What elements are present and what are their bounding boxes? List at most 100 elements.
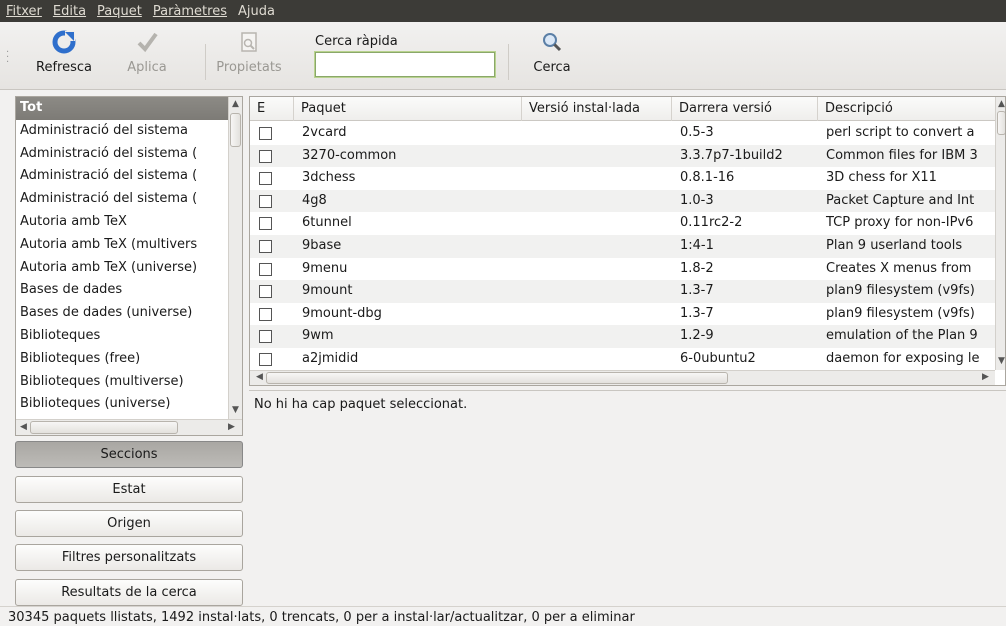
table-row[interactable]: a2jmidid 6-0ubuntu2 daemon for exposing le bbox=[250, 348, 995, 370]
menu-settings[interactable]: Paràmetres bbox=[153, 4, 234, 19]
cell-installed-version bbox=[526, 348, 672, 370]
package-table: E Paquet Versió instal·lada Darrera vers… bbox=[249, 96, 1006, 386]
cell-package-name: 3dchess bbox=[302, 170, 356, 186]
reload-button[interactable]: Refresca bbox=[26, 30, 102, 75]
apply-button[interactable]: Aplica bbox=[112, 30, 182, 75]
table-row[interactable]: 6tunnel 0.11rc2-2 TCP proxy for non-IPv6 bbox=[250, 212, 995, 235]
scroll-up-icon[interactable]: ▲ bbox=[232, 99, 239, 109]
cell-installed-version bbox=[526, 303, 672, 326]
reload-icon bbox=[52, 30, 76, 54]
table-row[interactable]: 9mount 1.3-7 plan9 filesystem (v9fs) bbox=[250, 280, 995, 303]
cell-latest-version: 0.5-3 bbox=[680, 125, 714, 140]
toolbar: · · · Refresca Aplica Propietats Cerca ràp… bbox=[0, 22, 1006, 90]
cell-latest-version: 0.8.1-16 bbox=[680, 170, 735, 186]
package-checkbox[interactable] bbox=[259, 352, 272, 366]
column-package[interactable]: Paquet bbox=[294, 97, 522, 121]
toolbar-separator bbox=[508, 44, 509, 80]
scrollbar-thumb[interactable] bbox=[30, 421, 178, 434]
table-row[interactable]: 4g8 1.0-3 Packet Capture and Int bbox=[250, 189, 995, 213]
scroll-right-icon[interactable]: ▶ bbox=[228, 422, 235, 432]
section-item[interactable]: Administració del sistema ( bbox=[16, 165, 228, 188]
section-item[interactable]: Administració del sistema bbox=[16, 120, 228, 143]
sections-filter-button[interactable]: Seccions bbox=[15, 441, 243, 468]
section-item[interactable]: Biblioteques (free) bbox=[16, 348, 228, 371]
scroll-down-icon[interactable]: ▼ bbox=[998, 356, 1005, 366]
section-item[interactable]: Autoria amb TeX bbox=[16, 211, 228, 234]
table-row[interactable]: 3dchess 0.8.1-16 3D chess for X11 bbox=[250, 167, 995, 190]
scroll-up-icon[interactable]: ▲ bbox=[998, 99, 1005, 109]
section-item-all[interactable]: Tot bbox=[16, 97, 228, 120]
package-checkbox[interactable] bbox=[259, 285, 272, 299]
menu-file[interactable]: Fitxer bbox=[6, 4, 49, 19]
section-item[interactable]: Biblioteques (multiverse) bbox=[16, 371, 228, 394]
sections-horizontal-scrollbar[interactable]: ◀ ▶ bbox=[16, 419, 242, 435]
package-checkbox[interactable] bbox=[259, 127, 272, 140]
properties-label: Propietats bbox=[216, 60, 282, 75]
scrollbar-thumb[interactable] bbox=[997, 111, 1005, 135]
package-checkbox[interactable] bbox=[259, 149, 272, 163]
menu-bar: Fitxer Edita Paquet Paràmetres Ajuda bbox=[0, 0, 1006, 22]
properties-icon bbox=[241, 32, 257, 52]
scroll-right-icon[interactable]: ▶ bbox=[982, 372, 989, 382]
column-latest-version[interactable]: Darrera versió bbox=[672, 97, 818, 121]
scroll-left-icon[interactable]: ◀ bbox=[20, 422, 27, 432]
package-checkbox[interactable] bbox=[259, 239, 272, 253]
search-results-button[interactable]: Resultats de la cerca bbox=[15, 579, 243, 606]
cell-description: 3D chess for X11 bbox=[826, 170, 937, 186]
section-item[interactable]: Bases de dades (universe) bbox=[16, 302, 228, 325]
custom-filters-button[interactable]: Filtres personalitzats bbox=[15, 544, 243, 571]
cell-latest-version: 1.3-7 bbox=[680, 305, 714, 321]
section-item[interactable]: Autoria amb TeX (universe) bbox=[16, 257, 228, 280]
search-button[interactable]: Cerca bbox=[520, 30, 584, 75]
package-checkbox[interactable] bbox=[259, 217, 272, 231]
table-row[interactable]: 2vcard 0.5-3 perl script to convert a bbox=[250, 122, 995, 145]
properties-button[interactable]: Propietats bbox=[204, 30, 294, 75]
section-item[interactable]: Administració del sistema ( bbox=[16, 143, 228, 166]
menu-package[interactable]: Paquet bbox=[97, 4, 149, 19]
package-checkbox[interactable] bbox=[259, 330, 272, 344]
cell-package-name: 9menu bbox=[302, 260, 348, 276]
package-checkbox[interactable] bbox=[259, 172, 272, 186]
cell-latest-version: 6-0ubuntu2 bbox=[680, 350, 756, 366]
scroll-left-icon[interactable]: ◀ bbox=[256, 372, 263, 382]
quick-search-input[interactable] bbox=[315, 52, 495, 77]
column-installed-version[interactable]: Versió instal·lada bbox=[522, 97, 672, 121]
table-row[interactable]: 9mount-dbg 1.3-7 plan9 filesystem (v9fs) bbox=[250, 303, 995, 326]
table-row[interactable]: 9wm 1.2-9 emulation of the Plan 9 bbox=[250, 325, 995, 348]
table-header: E Paquet Versió instal·lada Darrera vers… bbox=[250, 97, 1005, 121]
package-checkbox[interactable] bbox=[259, 307, 272, 321]
package-checkbox[interactable] bbox=[259, 262, 272, 276]
cell-latest-version: 1.2-9 bbox=[680, 328, 714, 344]
column-description[interactable]: Descripció bbox=[818, 97, 1005, 121]
packages-vertical-scrollbar[interactable]: ▲ ▼ bbox=[995, 97, 1005, 370]
cell-description: Plan 9 userland tools bbox=[826, 237, 963, 253]
status-filter-button[interactable]: Estat bbox=[15, 476, 243, 503]
scrollbar-thumb[interactable] bbox=[266, 372, 728, 384]
cell-description: emulation of the Plan 9 bbox=[826, 328, 978, 344]
column-status[interactable]: E bbox=[250, 97, 294, 121]
sections-vertical-scrollbar[interactable]: ▲ ▼ bbox=[228, 97, 242, 419]
menu-edit[interactable]: Edita bbox=[53, 4, 93, 19]
packages-horizontal-scrollbar[interactable]: ◀ ▶ bbox=[250, 370, 995, 385]
sections-list[interactable]: Tot Administració del sistema Administra… bbox=[15, 96, 243, 436]
scrollbar-thumb[interactable] bbox=[230, 113, 241, 147]
origin-filter-button[interactable]: Origen bbox=[15, 510, 243, 537]
package-checkbox[interactable] bbox=[259, 194, 272, 208]
package-details-pane: No hi ha cap paquet seleccionat. bbox=[249, 390, 1006, 606]
cell-package-name: a2jmidid bbox=[302, 350, 359, 366]
cell-package-name: 9base bbox=[302, 237, 342, 253]
table-body: 2vcard 0.5-3 perl script to convert a 3270-… bbox=[250, 122, 995, 370]
menu-help[interactable]: Ajuda bbox=[238, 4, 282, 19]
scroll-down-icon[interactable]: ▼ bbox=[232, 405, 239, 415]
table-row[interactable]: 9base 1:4-1 Plan 9 userland tools bbox=[250, 234, 995, 258]
section-item[interactable]: Biblioteques bbox=[16, 325, 228, 348]
section-item[interactable]: Bases de dades bbox=[16, 279, 228, 302]
search-icon bbox=[543, 33, 562, 52]
table-row[interactable]: 9menu 1.8-2 Creates X menus from bbox=[250, 258, 995, 281]
table-row[interactable]: 3270-common 3.3.7p7-1build2 Common files f… bbox=[250, 144, 995, 168]
section-item[interactable]: Autoria amb TeX (multivers bbox=[16, 234, 228, 257]
section-item[interactable]: Biblioteques (universe) bbox=[16, 393, 228, 416]
reload-label: Refresca bbox=[36, 60, 92, 75]
toolbar-grip[interactable]: · · · bbox=[6, 48, 9, 68]
section-item[interactable]: Administració del sistema ( bbox=[16, 188, 228, 211]
